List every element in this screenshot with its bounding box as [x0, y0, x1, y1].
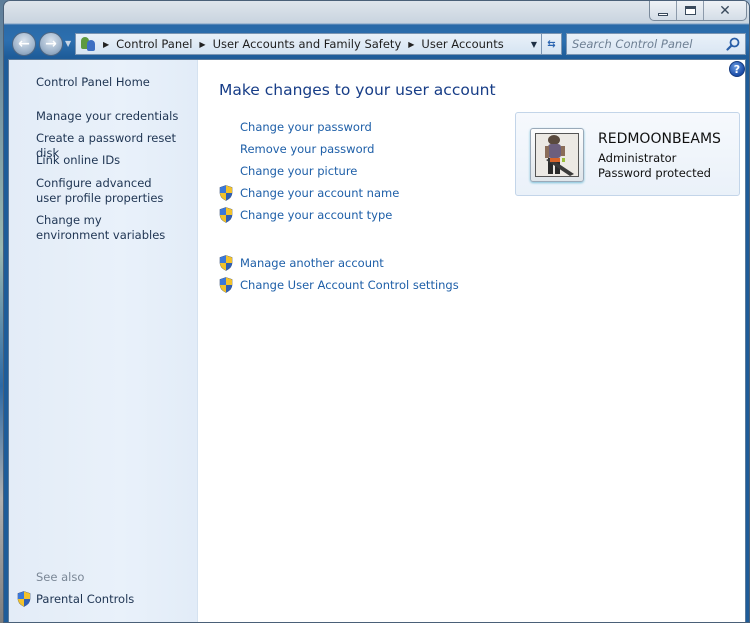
breadcrumb-chevron-icon[interactable]: ▶ [103, 40, 109, 49]
task-link[interactable]: Manage another account [240, 256, 384, 270]
explorer-window: ✕ ← → ▼ ▶ Control Panel ▶ User Accounts … [3, 0, 750, 623]
arrow-left-icon: ← [18, 36, 30, 52]
uac-shield-icon [17, 591, 31, 607]
breadcrumb-user-accounts[interactable]: User Accounts [421, 37, 503, 51]
caption-buttons: ✕ [649, 1, 747, 21]
address-dropdown-icon[interactable]: ▼ [531, 40, 537, 49]
user-password-status: Password protected [598, 166, 711, 180]
refresh-button[interactable]: ⇆ [542, 33, 562, 55]
user-account-card: REDMOONBEAMS Administrator Password prot… [515, 112, 740, 196]
breadcrumb-chevron-icon[interactable]: ▶ [199, 40, 205, 49]
maximize-icon [684, 6, 696, 15]
shield-slot [219, 119, 240, 135]
address-bar[interactable]: ▶ Control Panel ▶ User Accounts and Fami… [75, 33, 542, 55]
task-link[interactable]: Change your picture [240, 164, 357, 178]
forward-button[interactable]: → [39, 32, 63, 56]
uac-shield-icon [219, 277, 233, 293]
sidebar-link-manage-credentials[interactable]: Manage your credentials [36, 109, 196, 124]
close-button[interactable]: ✕ [704, 1, 746, 20]
shield-slot [219, 185, 240, 201]
task-link[interactable]: Change your password [240, 120, 372, 134]
back-button[interactable]: ← [12, 32, 36, 56]
user-role: Administrator [598, 151, 677, 165]
shield-slot [219, 255, 240, 271]
task-link-row: Change your picture [219, 162, 357, 180]
see-also-heading: See also [36, 570, 85, 584]
sidebar-link-advanced-profile-properties[interactable]: Configure advanced user profile properti… [36, 176, 176, 206]
avatar-figure-icon [536, 134, 578, 176]
page-title: Make changes to your user account [219, 81, 496, 99]
uac-shield-icon [219, 207, 233, 223]
shield-slot [219, 277, 240, 293]
user-picture [535, 133, 579, 177]
user-name: REDMOONBEAMS [598, 131, 721, 147]
user-accounts-icon [80, 36, 96, 52]
shield-slot [219, 141, 240, 157]
task-link-row: Change your account type [219, 206, 392, 224]
help-icon[interactable]: ? [729, 61, 745, 77]
breadcrumb-user-accounts-family-safety[interactable]: User Accounts and Family Safety [213, 37, 402, 51]
sidebar-link-parental-controls[interactable]: Parental Controls [17, 591, 134, 607]
content-area: Control Panel Home Manage your credentia… [8, 59, 746, 622]
sidebar: Control Panel Home Manage your credentia… [9, 60, 198, 622]
task-link-row: Manage another account [219, 254, 384, 272]
uac-shield-icon [219, 255, 233, 271]
minimize-icon [658, 13, 668, 16]
user-avatar[interactable] [530, 128, 584, 182]
breadcrumb-control-panel[interactable]: Control Panel [116, 37, 192, 51]
sidebar-link-link-online-ids[interactable]: Link online IDs [36, 153, 196, 168]
sidebar-link-control-panel-home[interactable]: Control Panel Home [36, 75, 196, 90]
task-link-row: Change your account name [219, 184, 399, 202]
task-link[interactable]: Remove your password [240, 142, 374, 156]
shield-slot [219, 207, 240, 223]
recent-pages-dropdown[interactable]: ▼ [65, 39, 71, 48]
search-box [566, 33, 746, 55]
refresh-icon: ⇆ [547, 38, 556, 50]
minimize-button[interactable] [650, 1, 677, 20]
task-link-row: Remove your password [219, 140, 374, 158]
parental-controls-label: Parental Controls [36, 592, 135, 606]
arrow-right-icon: → [45, 36, 57, 52]
task-link-row: Change your password [219, 118, 372, 136]
task-link[interactable]: Change User Account Control settings [240, 278, 459, 292]
shield-slot [219, 163, 240, 179]
close-icon: ✕ [719, 2, 731, 19]
navigation-bar: ← → ▼ ▶ Control Panel ▶ User Accounts an… [4, 30, 749, 58]
search-input[interactable] [572, 37, 722, 51]
search-icon[interactable] [726, 37, 740, 51]
sidebar-link-environment-variables[interactable]: Change my environment variables [36, 213, 176, 243]
task-link[interactable]: Change your account type [240, 208, 392, 222]
breadcrumb-chevron-icon[interactable]: ▶ [408, 40, 414, 49]
task-link[interactable]: Change your account name [240, 186, 399, 200]
maximize-button[interactable] [677, 1, 704, 20]
uac-shield-icon [219, 185, 233, 201]
task-link-row: Change User Account Control settings [219, 276, 459, 294]
